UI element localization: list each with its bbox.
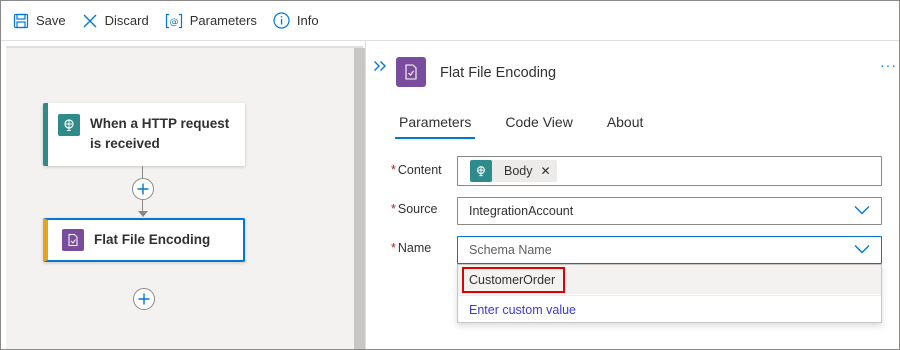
more-options-icon[interactable]: ··· (880, 57, 897, 73)
tab-parameters[interactable]: Parameters (394, 114, 476, 139)
body-token[interactable]: Body ✕ (470, 160, 557, 182)
chevron-down-icon (854, 245, 870, 254)
name-label: * Name (391, 241, 432, 255)
option-enter-custom-value[interactable]: Enter custom value (458, 295, 881, 324)
flat-file-icon (62, 229, 84, 251)
close-icon (83, 14, 97, 27)
source-value: IntegrationAccount (469, 204, 574, 218)
flat-file-icon (396, 57, 426, 87)
action-details-panel: Flat File Encoding ··· Parameters Code V… (365, 41, 899, 349)
schema-name-options: CustomerOrder Enter custom value (457, 264, 882, 323)
discard-button[interactable]: Discard (82, 6, 149, 36)
action-card-flat-file-encoding[interactable]: Flat File Encoding (43, 218, 245, 262)
http-request-icon (470, 160, 492, 182)
trigger-title-line1: When a HTTP request (90, 116, 230, 131)
svg-text:@: @ (169, 17, 178, 27)
action-title: Flat File Encoding (94, 232, 211, 247)
remove-token-icon[interactable]: ✕ (541, 164, 551, 178)
tab-code-view[interactable]: Code View (505, 114, 572, 139)
info-button[interactable]: Info (273, 6, 319, 36)
plus-icon (138, 293, 150, 305)
schema-name-dropdown[interactable]: Schema Name (457, 236, 882, 264)
trigger-title-line2: is received (90, 136, 160, 151)
panel-title: Flat File Encoding (440, 65, 557, 81)
collapse-panel-icon[interactable] (373, 60, 387, 75)
trigger-card[interactable]: When a HTTP request is received (43, 103, 245, 166)
save-button[interactable]: Save (13, 6, 66, 36)
info-icon (273, 12, 290, 29)
highlight-box (462, 267, 565, 293)
http-request-icon (58, 114, 80, 136)
content-label: * Content (391, 163, 442, 177)
source-label: * Source (391, 202, 438, 216)
connector-arrow-icon (138, 211, 148, 217)
parameters-icon: @ (165, 13, 182, 28)
toolbar: Save Discard @ Parameters Info (1, 1, 899, 41)
schema-name-placeholder: Schema Name (469, 243, 552, 257)
source-dropdown[interactable]: IntegrationAccount (457, 197, 882, 225)
required-mark: * (391, 163, 396, 177)
insert-step-button[interactable] (132, 178, 154, 200)
connector-line (142, 166, 143, 178)
panel-tabs: Parameters Code View About (394, 114, 677, 139)
tab-about[interactable]: About (607, 114, 644, 139)
app-frame: Save Discard @ Parameters Info When a HT… (0, 0, 900, 350)
discard-label: Discard (104, 13, 149, 28)
required-mark: * (391, 202, 396, 216)
required-mark: * (391, 241, 396, 255)
plus-icon (137, 183, 149, 195)
add-step-button[interactable] (133, 288, 155, 310)
trigger-title: When a HTTP request is received (90, 114, 229, 154)
parameters-label: Parameters (189, 13, 257, 28)
save-icon (13, 13, 29, 28)
parameters-button[interactable]: @ Parameters (165, 6, 257, 36)
token-label: Body (504, 164, 533, 178)
save-label: Save (36, 13, 66, 28)
chevron-down-icon (854, 206, 870, 215)
content-field[interactable]: Body ✕ (457, 156, 882, 186)
option-label: Enter custom value (469, 303, 576, 317)
designer-canvas[interactable]: When a HTTP request is received Flat Fil… (6, 46, 368, 349)
info-label: Info (296, 13, 319, 28)
